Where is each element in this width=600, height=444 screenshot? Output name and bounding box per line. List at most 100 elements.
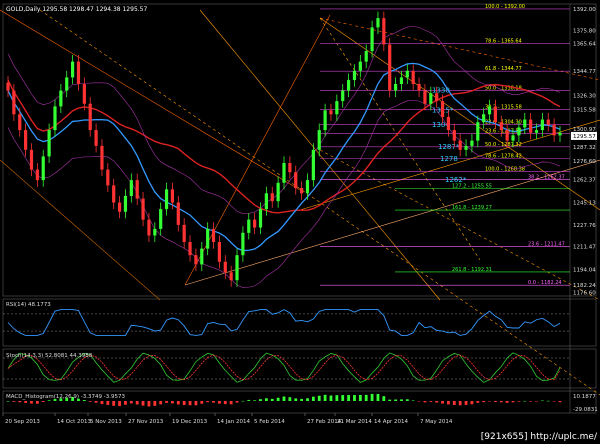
candle-body <box>323 110 327 131</box>
candle-body <box>411 70 415 85</box>
candle-body <box>382 18 386 45</box>
candle-body <box>253 219 257 228</box>
candle-body <box>170 189 175 203</box>
macd-bar <box>112 401 116 406</box>
macd-bar <box>400 399 403 401</box>
candle-body <box>341 90 345 102</box>
panel-frame-0 <box>2 3 597 297</box>
macd-bar <box>264 398 268 401</box>
macd-bar <box>353 395 356 401</box>
candle-body <box>300 188 304 194</box>
macd-bar <box>405 399 409 401</box>
candle-body <box>352 70 357 81</box>
candle-body <box>405 70 409 78</box>
candle-body <box>335 101 339 115</box>
candle-body <box>534 130 539 133</box>
x-axis-label: 20 Sep 2013 <box>5 419 40 425</box>
macd-bar <box>335 395 339 401</box>
price-axis-label: 1344.77 <box>573 69 596 75</box>
candle-body <box>440 101 445 117</box>
macd-bar <box>388 399 392 401</box>
macd-bar <box>423 401 427 403</box>
macd-bar <box>41 401 45 402</box>
macd-bar <box>311 396 315 401</box>
fib-label: 127.2 - 1255.55 <box>452 184 492 190</box>
candle-body <box>123 195 128 212</box>
price-axis-label: 1194.04 <box>573 268 596 274</box>
macd-bar <box>447 401 450 405</box>
candle-body <box>176 202 180 225</box>
trend-line <box>0 9 301 191</box>
fib-label: 23.6 - 1211.47 <box>528 242 565 248</box>
candle-body <box>217 242 222 262</box>
macd-bar <box>135 401 139 405</box>
candle-body <box>41 156 45 181</box>
macd-bar <box>535 401 538 402</box>
macd-bar <box>540 400 544 402</box>
macd-bar <box>182 401 186 406</box>
candle-body <box>540 119 544 131</box>
macd-bar <box>341 395 345 401</box>
fib-label: 161.8 - 1239.27 <box>452 205 492 211</box>
macd-bar <box>476 401 480 403</box>
candle-body <box>182 224 186 243</box>
macd-bar <box>270 398 274 401</box>
macd-bar <box>82 400 86 401</box>
x-axis-label: 5 Nov 2013 <box>90 419 122 425</box>
candle-body <box>12 90 16 115</box>
fib-label: 61.8 - 1344.77 <box>485 66 522 72</box>
candle-body <box>552 124 556 136</box>
candle-body <box>329 110 333 115</box>
macd-bar <box>529 401 533 402</box>
candle-body <box>517 127 521 136</box>
macd-bar <box>464 401 468 405</box>
candle-body <box>458 140 462 150</box>
macd-bar <box>517 401 521 402</box>
price-axis-label: 1182.24 <box>573 283 596 289</box>
candle-body <box>499 122 503 131</box>
macd-bar <box>370 393 374 401</box>
candle-body <box>476 122 480 141</box>
macd-bar <box>212 401 215 403</box>
x-axis-label: 14 Oct 2013 <box>57 419 92 425</box>
candle-body <box>94 130 98 146</box>
price-axis-label: 1287.32 <box>573 145 596 151</box>
candle-body <box>346 80 351 91</box>
x-axis-label: 19 Dec 2013 <box>172 419 208 425</box>
candle-body <box>388 44 392 91</box>
macd-bar <box>494 401 497 403</box>
macd-bar <box>394 399 397 401</box>
watermark-text: [921x655] http://uplc.me/ <box>481 432 597 442</box>
site-text: http://uplc.me/ <box>530 432 597 442</box>
macd-axis-bottom: -29.0831 <box>573 407 598 413</box>
macd-bar <box>30 401 33 404</box>
candle-body <box>82 84 86 104</box>
candle-body <box>235 255 239 281</box>
price-axis-label: 1375.80 <box>573 28 596 34</box>
macd-bar <box>159 401 163 405</box>
candle-body <box>264 193 268 210</box>
candle-body <box>112 185 116 203</box>
candle-body <box>147 219 151 236</box>
candle-body <box>100 145 104 170</box>
x-axis-label: 21 Mar 2014 <box>337 419 372 425</box>
price-axis-label: 1176.60 <box>573 291 596 297</box>
macd-bar <box>552 401 556 402</box>
chart-canvas: 100.0 - 1392.00 78.6 - 1365.64 61.8 - 1344… <box>0 3 600 425</box>
macd-bar <box>94 401 98 403</box>
candle-body <box>106 169 110 186</box>
fib-label: 78.6 - 1365.64 <box>485 39 522 45</box>
candle-body <box>358 61 362 71</box>
key-level-label: 1287* <box>438 143 460 151</box>
candle-body <box>464 145 468 150</box>
fib-label: 50.0 - 1287.32 <box>485 142 522 148</box>
candle-body <box>493 106 498 123</box>
macd-bar <box>458 401 462 406</box>
macd-label: MACD_Histogram(12,26,9) -3.3749 -3.9573 <box>6 394 126 400</box>
candle-body <box>47 130 51 157</box>
rsi-label: RSI(14) 48.1773 <box>6 302 51 308</box>
fib-label: 38.2 - 1262.37 <box>528 175 565 181</box>
candle-body <box>282 163 286 183</box>
macd-bar <box>511 401 515 403</box>
x-axis-label: 14 Jan 2014 <box>217 419 250 425</box>
